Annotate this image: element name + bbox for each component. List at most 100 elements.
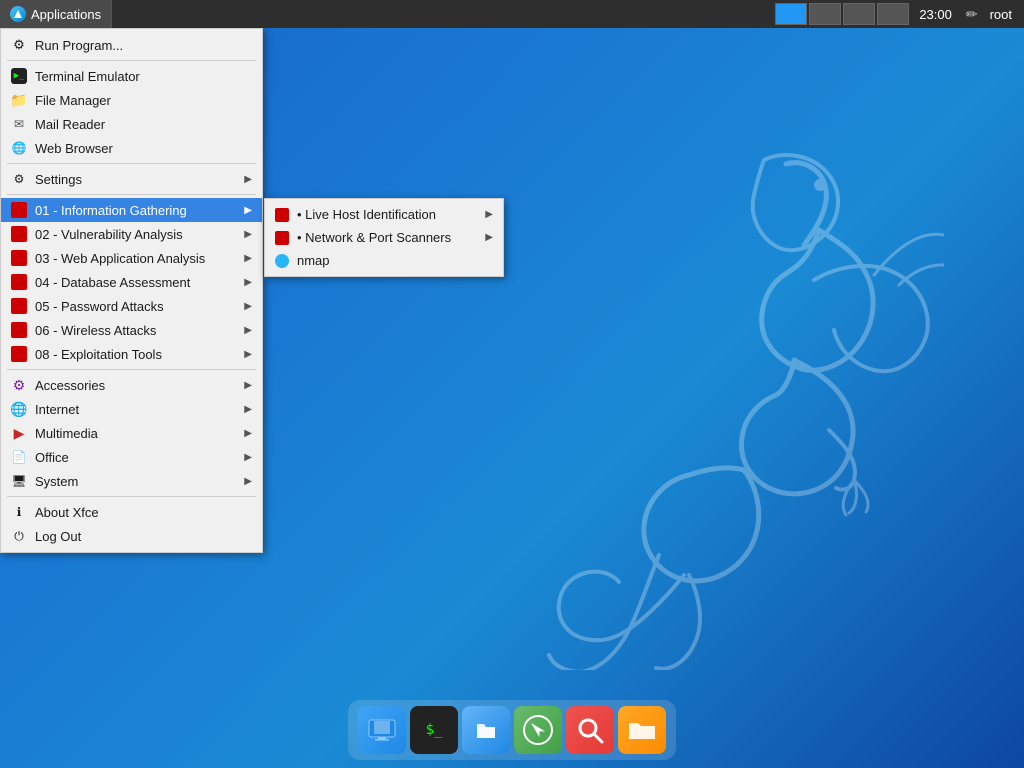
mailreader-label: Mail Reader [35, 117, 105, 132]
kali-dragon [444, 120, 944, 670]
submenu-nmap[interactable]: nmap [265, 249, 503, 272]
dock-item-search[interactable] [566, 706, 614, 754]
terminal-label: Terminal Emulator [35, 69, 140, 84]
live-host-label: • Live Host Identification [297, 207, 436, 222]
info-gathering-label: 01 - Information Gathering [35, 203, 187, 218]
folder-dock-icon [618, 706, 666, 754]
menu-item-system[interactable]: 🖥 System ▶ [1, 469, 262, 493]
menu-item-terminal[interactable]: ▶_ Terminal Emulator [1, 64, 262, 88]
internet-icon: 🌐 [11, 401, 27, 417]
applications-menu: ⚙ Run Program... ▶_ Terminal Emulator 📁 … [0, 28, 263, 553]
dock-item-terminal[interactable]: $_ [410, 706, 458, 754]
network-port-arrow: ▶ [485, 232, 493, 243]
exploit-label: 08 - Exploitation Tools [35, 347, 162, 362]
web-app-arrow: ▶ [244, 253, 252, 264]
taskbar-right: 23:00 ✏ root [775, 3, 1024, 25]
office-icon: 📄 [11, 449, 27, 465]
settings-label: Settings [35, 172, 82, 187]
menu-item-exploit[interactable]: 08 - Exploitation Tools ▶ [1, 342, 262, 366]
vuln-analysis-arrow: ▶ [244, 229, 252, 240]
network-port-label: • Network & Port Scanners [297, 230, 451, 245]
system-icon: 🖥 [11, 473, 27, 489]
web-app-label: 03 - Web Application Analysis [35, 251, 205, 266]
taskbar: Applications 23:00 ✏ root [0, 0, 1024, 28]
mail-icon: ✉ [11, 116, 27, 132]
applications-button[interactable]: Applications [0, 0, 112, 28]
system-label: System [35, 474, 78, 489]
menu-item-internet[interactable]: 🌐 Internet ▶ [1, 397, 262, 421]
exploit-icon [11, 346, 27, 362]
info-gathering-submenu: • Live Host Identification ▶ • Network &… [264, 198, 504, 277]
search-dock-icon [566, 706, 614, 754]
dock-item-folder[interactable] [618, 706, 666, 754]
dock-item-files[interactable] [462, 706, 510, 754]
password-icon [11, 298, 27, 314]
menu-item-mailreader[interactable]: ✉ Mail Reader [1, 112, 262, 136]
workspace-3[interactable] [843, 3, 875, 25]
dock: $_ [348, 700, 676, 760]
settings-arrow: ▶ [244, 174, 252, 185]
menu-item-filemanager[interactable]: 📁 File Manager [1, 88, 262, 112]
submenu-live-host[interactable]: • Live Host Identification ▶ [265, 203, 503, 226]
internet-label: Internet [35, 402, 79, 417]
menu-item-db-assess[interactable]: 04 - Database Assessment ▶ [1, 270, 262, 294]
files-dock-icon [462, 706, 510, 754]
wireless-icon [11, 322, 27, 338]
workspace-4[interactable] [877, 3, 909, 25]
menu-item-settings[interactable]: ⚙ Settings ▶ [1, 167, 262, 191]
menu-item-web-app[interactable]: 03 - Web Application Analysis ▶ [1, 246, 262, 270]
terminal-dock-icon: $_ [410, 706, 458, 754]
username: root [984, 7, 1018, 22]
db-assess-arrow: ▶ [244, 277, 252, 288]
office-label: Office [35, 450, 69, 465]
filemanager-icon: 📁 [11, 92, 27, 108]
menu-item-office[interactable]: 📄 Office ▶ [1, 445, 262, 469]
logout-icon: ⏻ [11, 528, 27, 544]
menu-item-password[interactable]: 05 - Password Attacks ▶ [1, 294, 262, 318]
system-arrow: ▶ [244, 476, 252, 487]
submenu-network-port[interactable]: • Network & Port Scanners ▶ [265, 226, 503, 249]
workspace-2[interactable] [809, 3, 841, 25]
separator-1 [7, 60, 256, 61]
menu-item-run-program[interactable]: ⚙ Run Program... [1, 33, 262, 57]
workspace-1[interactable] [775, 3, 807, 25]
menu-item-vuln-analysis[interactable]: 02 - Vulnerability Analysis ▶ [1, 222, 262, 246]
menu-item-about-xfce[interactable]: ℹ About Xfce [1, 500, 262, 524]
separator-4 [7, 369, 256, 370]
password-label: 05 - Password Attacks [35, 299, 164, 314]
dock-item-browser[interactable] [514, 706, 562, 754]
multimedia-arrow: ▶ [244, 428, 252, 439]
run-program-label: Run Program... [35, 38, 123, 53]
separator-2 [7, 163, 256, 164]
settings-icon: ⚙ [11, 171, 27, 187]
about-icon: ℹ [11, 504, 27, 520]
vuln-analysis-label: 02 - Vulnerability Analysis [35, 227, 183, 242]
menu-item-logout[interactable]: ⏻ Log Out [1, 524, 262, 548]
separator-5 [7, 496, 256, 497]
info-gathering-arrow: ▶ [244, 205, 252, 216]
internet-arrow: ▶ [244, 404, 252, 415]
webbrowser-label: Web Browser [35, 141, 113, 156]
office-arrow: ▶ [244, 452, 252, 463]
applications-icon [10, 6, 26, 22]
nmap-icon [275, 254, 289, 268]
wireless-label: 06 - Wireless Attacks [35, 323, 156, 338]
clock: 23:00 [911, 7, 960, 22]
menu-item-wireless[interactable]: 06 - Wireless Attacks ▶ [1, 318, 262, 342]
exploit-arrow: ▶ [244, 349, 252, 360]
info-gathering-icon [11, 202, 27, 218]
wireless-arrow: ▶ [244, 325, 252, 336]
filemanager-label: File Manager [35, 93, 111, 108]
menu-item-accessories[interactable]: ⚙ Accessories ▶ [1, 373, 262, 397]
db-assess-icon [11, 274, 27, 290]
web-app-icon [11, 250, 27, 266]
pencil-icon: ✏ [962, 6, 982, 23]
menu-item-info-gathering[interactable]: 01 - Information Gathering ▶ • Live Host… [1, 198, 262, 222]
web-icon: 🌐 [11, 140, 27, 156]
menu-item-webbrowser[interactable]: 🌐 Web Browser [1, 136, 262, 160]
vuln-analysis-icon [11, 226, 27, 242]
password-arrow: ▶ [244, 301, 252, 312]
menu-item-multimedia[interactable]: ▶ Multimedia ▶ [1, 421, 262, 445]
gear-icon: ⚙ [11, 37, 27, 53]
dock-item-desktop[interactable] [358, 706, 406, 754]
